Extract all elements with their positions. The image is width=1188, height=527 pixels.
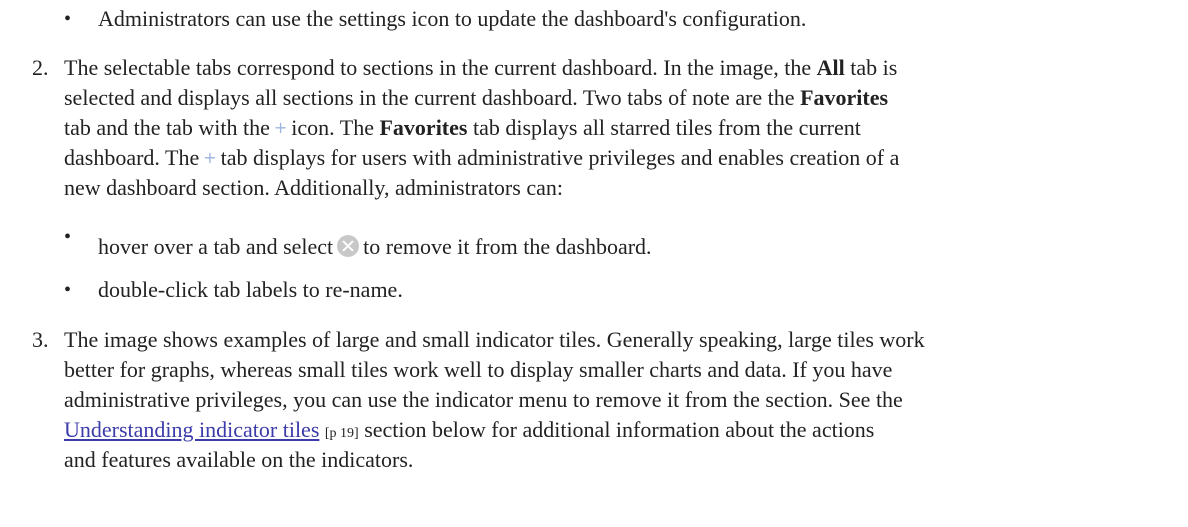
item-2-number: 2.: [32, 55, 49, 80]
text: icon. The: [291, 115, 380, 140]
item-3-line-1: The image shows examples of large and sm…: [64, 327, 925, 352]
item-3-line-4: Understanding indicator tiles [p 19] sec…: [64, 415, 874, 449]
plus-icon: +: [273, 118, 288, 137]
tab-name-all: All: [816, 55, 845, 80]
item-2-line-1: The selectable tabs correspond to sectio…: [64, 53, 897, 83]
item-2-line-5: new dashboard section. Additionally, adm…: [64, 175, 563, 200]
item-3-number: 3.: [32, 327, 49, 352]
item-3-line-3: administrative privileges, you can use t…: [64, 387, 903, 412]
bullet-dot: •: [64, 8, 72, 30]
admin-settings-bullet: Administrators can use the settings icon…: [98, 6, 807, 31]
bullet-dot: •: [64, 279, 72, 301]
bullet-dot: •: [64, 226, 72, 248]
item-2-line-3: tab and the tab with the + icon. The Favor…: [64, 113, 861, 143]
item-3-line-5: and features available on the indicators…: [64, 447, 414, 472]
rename-tab-bullet: double-click tab labels to re-name.: [98, 277, 403, 302]
text: tab and the tab with the: [64, 115, 270, 140]
item-2-line-4: dashboard. The + tab displays for users wi…: [64, 143, 899, 173]
page-reference: [p 19]: [324, 426, 359, 441]
text: section below for additional information…: [358, 417, 875, 442]
text: The selectable tabs correspond to sectio…: [64, 55, 817, 80]
remove-tab-bullet: hover over a tab and select to remove it …: [98, 232, 652, 262]
text: dashboard. The: [64, 145, 200, 170]
item-3-line-2: better for graphs, whereas small tiles w…: [64, 357, 893, 382]
plus-icon: +: [203, 148, 217, 167]
text: selected and displays all sections in th…: [64, 85, 801, 110]
text: to remove it from the dashboard.: [363, 234, 652, 259]
tab-name-favorites: Favorites: [800, 85, 889, 110]
close-circle-icon: [337, 235, 360, 257]
text: tab displays all starred tiles from the …: [467, 115, 861, 140]
tab-name-favorites: Favorites: [379, 115, 468, 140]
item-2-line-2: selected and displays all sections in th…: [64, 83, 888, 113]
text: hover over a tab and select: [98, 234, 334, 259]
text: tab displays for users with administrati…: [220, 145, 900, 170]
understanding-indicator-tiles-link[interactable]: Understanding indicator tiles: [64, 417, 319, 442]
text: tab is: [844, 55, 898, 80]
